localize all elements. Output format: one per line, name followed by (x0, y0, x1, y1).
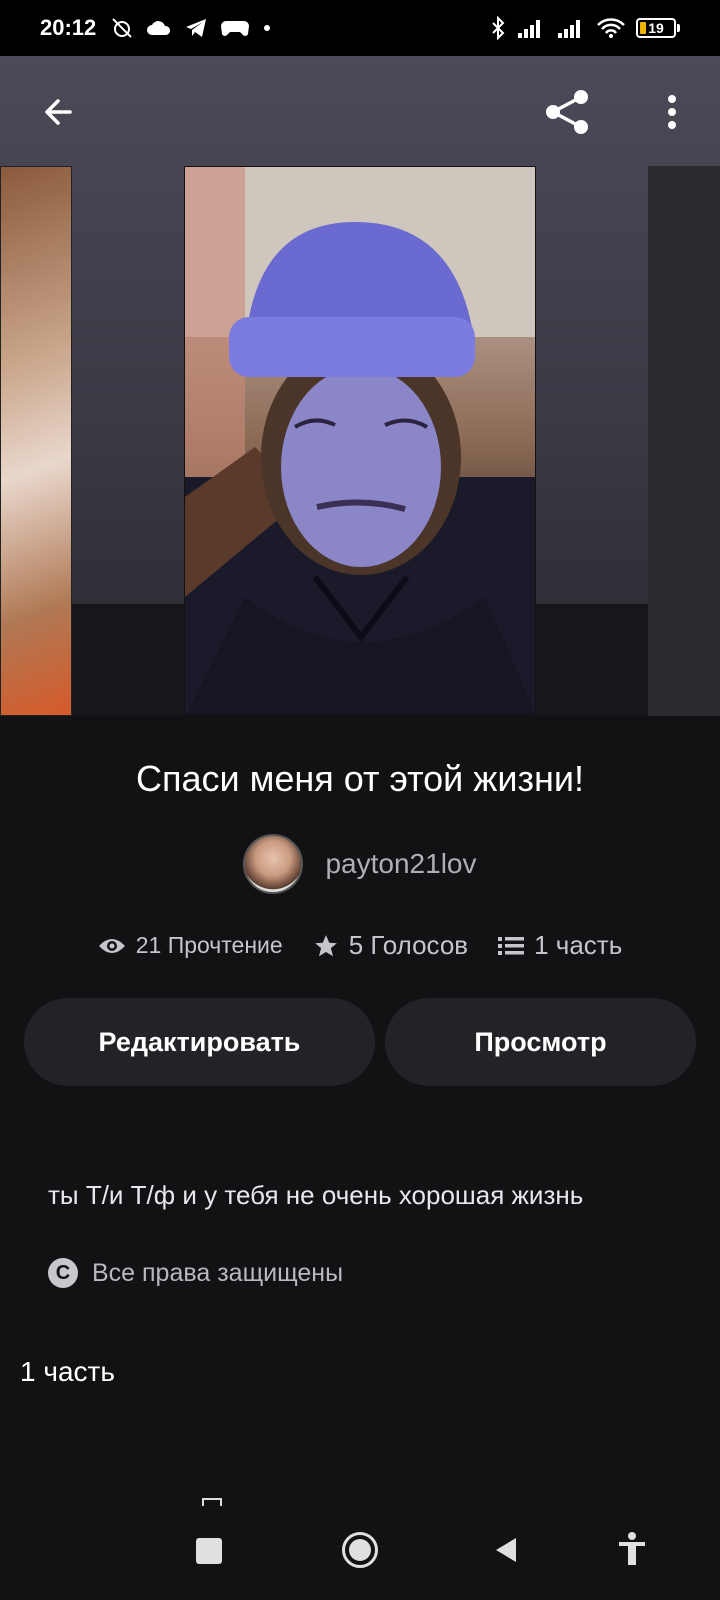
accessibility-icon (619, 1532, 645, 1565)
more-options-button[interactable] (652, 84, 692, 140)
status-icons-right: 19 (490, 16, 680, 40)
list-icon (498, 936, 525, 955)
more-vertical-icon (668, 95, 676, 129)
edit-button[interactable]: Редактировать (24, 998, 375, 1086)
battery-percent: 19 (648, 20, 664, 36)
parts-count: 1 часть (534, 930, 623, 960)
cloud-icon (147, 21, 171, 35)
system-nav-bar (0, 1512, 720, 1600)
gamepad-icon (221, 21, 250, 36)
share-button[interactable] (538, 82, 598, 142)
story-cover-image[interactable] (184, 166, 536, 716)
copyright-icon: C (48, 1258, 78, 1288)
author-avatar[interactable] (243, 834, 304, 894)
bluetooth-icon (492, 16, 505, 40)
parts-section-heading: 1 часть (20, 1356, 115, 1387)
preview-button[interactable]: Просмотр (384, 998, 696, 1086)
status-icons-left (110, 16, 272, 40)
previous-cover-image[interactable] (0, 166, 72, 716)
home-button[interactable] (342, 1532, 378, 1568)
star-icon (314, 934, 337, 956)
author-name[interactable]: payton21lov (325, 848, 476, 880)
next-cover-image[interactable] (648, 166, 720, 716)
copyright-row: C Все права защищены (48, 1258, 343, 1288)
status-time: 20:12 (40, 15, 97, 40)
triangle-back-icon (496, 1538, 516, 1562)
status-bar: 20:12 19 (0, 0, 720, 56)
recents-button[interactable] (196, 1538, 222, 1564)
copyright-text: Все права защищены (92, 1258, 344, 1287)
story-stats: 21 Прочтение 5 Голосов 1 часть (0, 930, 720, 961)
list-item-edge (202, 1498, 222, 1506)
arrow-left-icon (45, 99, 72, 125)
nav-back-button[interactable] (494, 1536, 518, 1564)
reads-count: 21 Прочтение (135, 932, 283, 958)
action-buttons: Редактировать Просмотр (24, 998, 696, 1086)
battery-fill (640, 22, 646, 34)
mute-alarm-icon (112, 18, 132, 38)
cover-illustration (185, 167, 535, 715)
parts-stat: 1 часть (498, 930, 622, 961)
reads-stat: 21 Прочтение (98, 932, 283, 959)
telegram-icon (186, 19, 207, 37)
battery-icon: 19 (636, 18, 680, 38)
signal-icon (518, 20, 540, 38)
share-icon (546, 90, 588, 134)
eye-icon (98, 938, 125, 953)
story-title: Спаси меня от этой жизни! (136, 758, 584, 799)
votes-stat: 5 Голосов (313, 930, 468, 961)
accessibility-button[interactable] (618, 1532, 646, 1566)
signal-icon (558, 20, 580, 38)
story-description: ты Т/и Т/ф и у тебя не очень хорошая жиз… (48, 1180, 584, 1210)
votes-count: 5 Голосов (348, 930, 469, 960)
top-app-bar (0, 56, 720, 166)
wifi-icon (597, 18, 625, 38)
dot-icon (264, 25, 271, 31)
author-row[interactable]: payton21lov (0, 834, 720, 894)
back-button[interactable] (30, 84, 86, 140)
